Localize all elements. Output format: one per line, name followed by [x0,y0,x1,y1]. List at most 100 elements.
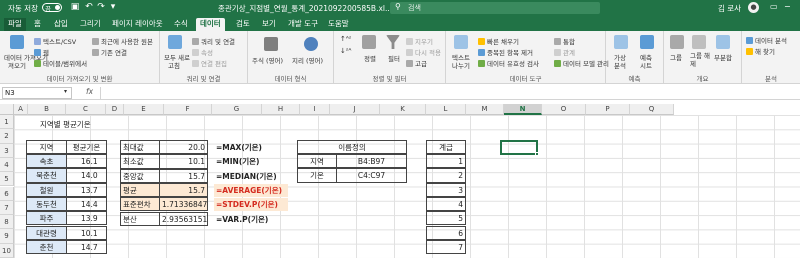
stat-value[interactable]: 1.71336847 [159,197,208,212]
flash-fill-button[interactable]: 빠른 채우기 [478,36,519,46]
row-header-9[interactable]: 9 [0,229,14,244]
data-validation-button[interactable]: 데이터 유효성 검사 [478,58,539,68]
stocks-button[interactable]: 주식 (영어) [252,55,283,65]
column-header-c[interactable]: C [66,104,106,115]
tab-view[interactable]: 보기 [258,18,280,31]
column-header-a[interactable]: A [14,104,28,115]
group-icon[interactable] [670,35,684,49]
refresh-all-icon[interactable] [168,35,182,49]
column-header-f[interactable]: F [164,104,212,115]
consolidate-button[interactable]: 통합 [554,36,575,46]
tab-file[interactable]: 파일 [4,18,26,31]
range-cell[interactable]: B4:B97 [336,154,407,169]
stat-value[interactable]: 15.7 [159,182,208,198]
properties-button[interactable]: 속성 [192,47,213,57]
row-header-6[interactable]: 6 [0,186,14,201]
column-header-e[interactable]: E [124,104,164,115]
temp-cell[interactable]: 13.9 [66,211,107,226]
column-header-d[interactable]: D [106,104,124,115]
forecast-sheet-button-line2[interactable]: 시트 [640,60,652,70]
select-all-corner[interactable] [0,104,14,115]
row-header-2[interactable]: 2 [0,129,14,144]
temp-cell[interactable]: 14.7 [66,239,107,255]
autosave-toggle[interactable]: 끔 [42,3,62,13]
text-csv-button[interactable]: 텍스트/CSV [34,36,76,46]
stat-value[interactable]: 2.93563151 [159,211,208,226]
column-header-b[interactable]: B [28,104,66,115]
minimize-icon[interactable]: − [784,2,791,11]
formula-input[interactable] [100,87,796,99]
stat-label[interactable]: 최대값 [120,140,160,155]
rank-cell[interactable]: 5 [426,211,466,226]
row-header-1[interactable]: 1 [0,115,14,130]
tab-data[interactable]: 데이터 [196,18,225,31]
column-header-k[interactable]: K [380,104,426,115]
stat-formula[interactable]: =AVERAGE(기온) [214,183,288,197]
column-header-n[interactable]: N [504,104,542,115]
from-table-button[interactable]: 테이블/범위에서 [34,58,87,68]
tab-insert[interactable]: 삽입 [50,18,72,31]
stat-formula[interactable]: =VAR.P(기온) [214,213,288,226]
column-header-j[interactable]: J [330,104,380,115]
get-data-icon[interactable] [10,35,24,49]
web-button[interactable]: 웹 [34,47,49,57]
region-cell[interactable]: 북춘천 [26,168,67,183]
sort-button[interactable]: 정렬 [364,53,376,63]
column-header-m[interactable]: M [466,104,504,115]
temp-cell[interactable]: 13.7 [66,182,107,197]
stat-formula[interactable]: =MIN(기온) [214,155,288,168]
stat-value[interactable]: 10.1 [159,154,208,169]
refresh-all-button-line2[interactable]: 고침 [168,60,180,70]
clear-button[interactable]: 지우기 [406,36,433,46]
stocks-icon[interactable] [264,37,278,51]
subtotal-button[interactable]: 부분합 [714,52,732,62]
stat-value[interactable]: 20.0 [159,140,208,155]
text-to-columns-button-line2[interactable]: 나누기 [452,60,470,70]
tab-home[interactable]: 홈 [30,18,45,31]
region-cell[interactable]: 철원 [26,182,67,197]
fill-handle[interactable] [535,152,539,156]
region-cell[interactable]: 파주 [26,211,67,226]
tab-formulas[interactable]: 수식 [170,18,192,31]
rank-header[interactable]: 계급 [426,140,466,154]
tab-draw[interactable]: 그리기 [76,18,105,31]
manage-data-model-button[interactable]: 데이터 모델 관리 [554,58,609,68]
advanced-button[interactable]: 고급 [406,58,427,68]
name-cell[interactable]: 지역 [297,154,337,169]
sort-icon[interactable] [362,35,376,49]
geography-icon[interactable] [304,37,318,51]
temp-cell[interactable]: 16.1 [66,154,107,169]
tab-developer[interactable]: 개발 도구 [284,18,322,31]
sort-desc-icon[interactable]: ↓ᶻᴬ [340,47,351,55]
names-table-title[interactable]: 이름정의 [297,140,407,154]
edit-links-button[interactable]: 연결 편집 [192,58,227,68]
column-header-i[interactable]: I [300,104,330,115]
queries-connections-button[interactable]: 쿼리 및 연결 [192,36,235,46]
name-box[interactable]: N3 [2,87,72,99]
what-if-button-line2[interactable]: 분석 [614,60,626,70]
tab-page-layout[interactable]: 페이지 레이아웃 [108,18,167,31]
get-data-button-line2[interactable]: 져오기 [8,60,26,70]
active-cell-n3[interactable] [500,140,538,155]
temp-cell[interactable]: 10.1 [66,225,107,240]
insert-function-icon[interactable]: fx [86,87,93,96]
temp-cell[interactable]: 14.0 [66,168,107,183]
row-header-8[interactable]: 8 [0,215,14,230]
forecast-sheet-icon[interactable] [640,35,654,49]
column-header-h[interactable]: H [262,104,300,115]
recent-sources-button[interactable]: 최근에 사용한 원본 [92,36,153,46]
column-header-g[interactable]: G [212,104,262,115]
rank-cell[interactable]: 4 [426,196,466,212]
reapply-button[interactable]: 다시 적용 [406,47,441,57]
text-to-columns-icon[interactable] [454,35,468,49]
relationships-button[interactable]: 관계 [554,47,575,57]
row-header-7[interactable]: 7 [0,200,14,216]
row-header-3[interactable]: 3 [0,143,14,158]
ungroup-button[interactable]: 그룹 해제 [690,52,712,68]
rank-cell[interactable]: 1 [426,154,466,169]
undo-icon[interactable]: ↶ [84,2,94,12]
stat-label[interactable]: 중앙값 [120,168,160,183]
column-header-p[interactable]: P [586,104,630,115]
rank-cell[interactable]: 7 [426,239,466,255]
rank-cell[interactable]: 6 [426,225,466,240]
